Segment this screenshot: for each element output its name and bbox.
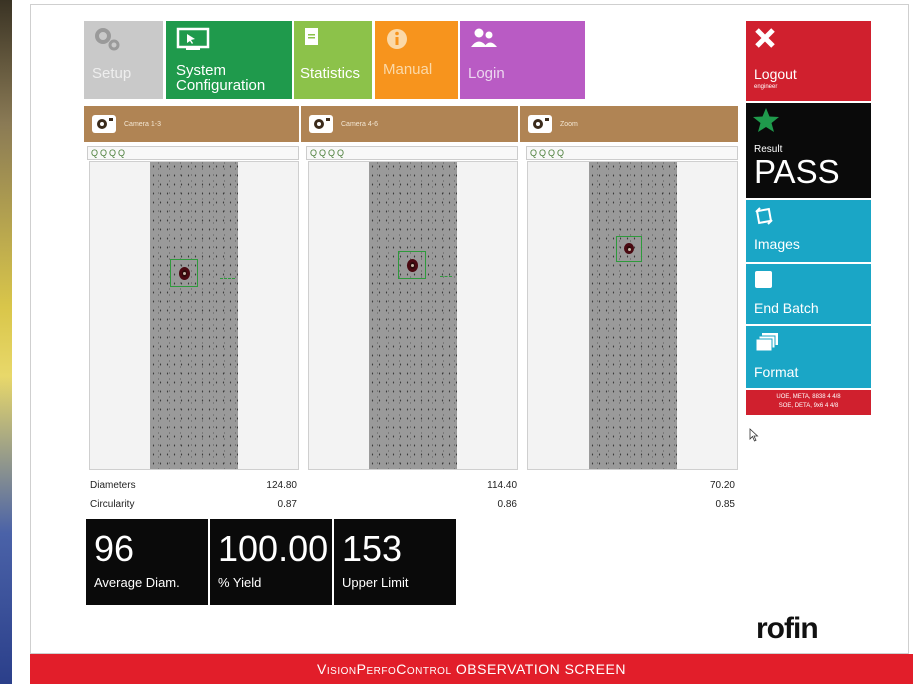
circularity-value-1: 0.87 [277,499,297,510]
perforation-hole [179,267,190,280]
camera-icon[interactable] [309,115,333,133]
setup-tile[interactable]: Setup [84,21,163,99]
logout-label: Logout [754,66,797,82]
camera-icon[interactable] [528,115,552,133]
camera-header-1[interactable]: Camera 1-3 [84,106,299,142]
end-batch-button[interactable]: End Batch [746,264,871,324]
close-icon [754,27,776,54]
yield-kpi: 100.00 % Yield [210,519,332,605]
average-diameter-kpi: 96 Average Diam. [86,519,208,605]
manual-tile[interactable]: Manual [375,21,458,99]
circularity-label: Circularity [90,499,135,510]
material-image [589,162,677,469]
kpi-caption: Average Diam. [94,575,180,590]
zoom-toolbar-2[interactable]: QQQQ [306,146,518,160]
camera-header-2[interactable]: Camera 4-6 [301,106,518,142]
document-icon [304,27,320,50]
roi-marker [440,276,452,277]
star-icon [752,107,780,138]
format-button[interactable]: Format [746,326,871,388]
diameter-value-3: 70.20 [709,480,735,491]
kpi-value: 96 [94,528,135,569]
camera-label: Camera 1-3 [124,121,161,128]
images-label: Images [754,236,800,252]
camera-image-3[interactable] [527,161,738,470]
footer-bar: VisionPerfoControl OBSERVATION SCREEN [30,654,913,684]
login-label: Login [468,65,505,82]
circularity-value-2: 0.86 [497,499,517,510]
camera-image-2[interactable] [308,161,518,470]
gears-icon [94,27,120,54]
zoom-toolbar-3[interactable]: QQQQ [526,146,738,160]
statistics-label: Statistics [300,65,361,82]
footer-app-name: VisionPerfoControl [317,661,452,677]
diameter-value-2: 114.40 [487,480,517,491]
camera-label: Zoom [560,121,578,128]
stop-icon [755,271,772,288]
result-value: PASS [754,153,840,190]
mouse-cursor-icon [749,428,759,447]
monitor-cursor-icon [176,27,212,54]
kpi-caption: % Yield [218,575,262,590]
statistics-tile[interactable]: Statistics [294,21,372,99]
images-button[interactable]: Images [746,200,871,262]
background-strip [0,0,12,684]
roi-box [616,236,642,262]
diameters-label: Diameters [90,480,136,491]
zoom-toolbar-1[interactable]: QQQQ [87,146,299,160]
roi-marker [220,278,235,279]
footer-screen-name: OBSERVATION SCREEN [455,661,626,677]
camera-label: Camera 4-6 [341,121,378,128]
rofin-logo: rofin [756,612,819,645]
status-line-2: SOE, DETA, 9x6 4 4/8 [778,403,839,409]
kpi-value: 100.00 [218,528,329,569]
layers-icon [754,332,780,361]
logout-button[interactable]: Logout engineer [746,21,871,101]
perforation-hole [407,259,418,272]
material-image [369,162,457,469]
format-label: Format [754,364,799,380]
manual-label: Manual [383,61,433,78]
kpi-value: 153 [342,528,403,569]
film-icon [754,206,774,231]
end-batch-label: End Batch [754,300,819,316]
system-configuration-label: System Configuration [176,62,266,94]
diameter-value-1: 124.80 [266,480,297,491]
camera-image-1[interactable] [89,161,299,470]
users-icon [470,27,498,52]
roi-box [170,259,198,287]
camera-icon[interactable] [92,115,116,133]
material-image [150,162,238,469]
setup-label: Setup [92,65,132,82]
login-tile[interactable]: Login [460,21,585,99]
perforation-hole [624,243,634,254]
kpi-caption: Upper Limit [342,575,409,590]
roi-box [398,251,426,279]
status-box: UOE, META, 8838 4 4/8 SOE, DETA, 9x6 4 4… [746,390,871,415]
camera-header-3[interactable]: Zoom [520,106,738,142]
upper-limit-kpi: 153 Upper Limit [334,519,456,605]
circularity-value-3: 0.85 [715,499,735,510]
system-configuration-tile[interactable]: System Configuration [166,21,292,99]
logged-user: engineer [754,84,778,90]
status-line-1: UOE, META, 8838 4 4/8 [776,394,841,400]
result-panel: Result PASS [746,103,871,198]
info-icon [385,27,409,54]
